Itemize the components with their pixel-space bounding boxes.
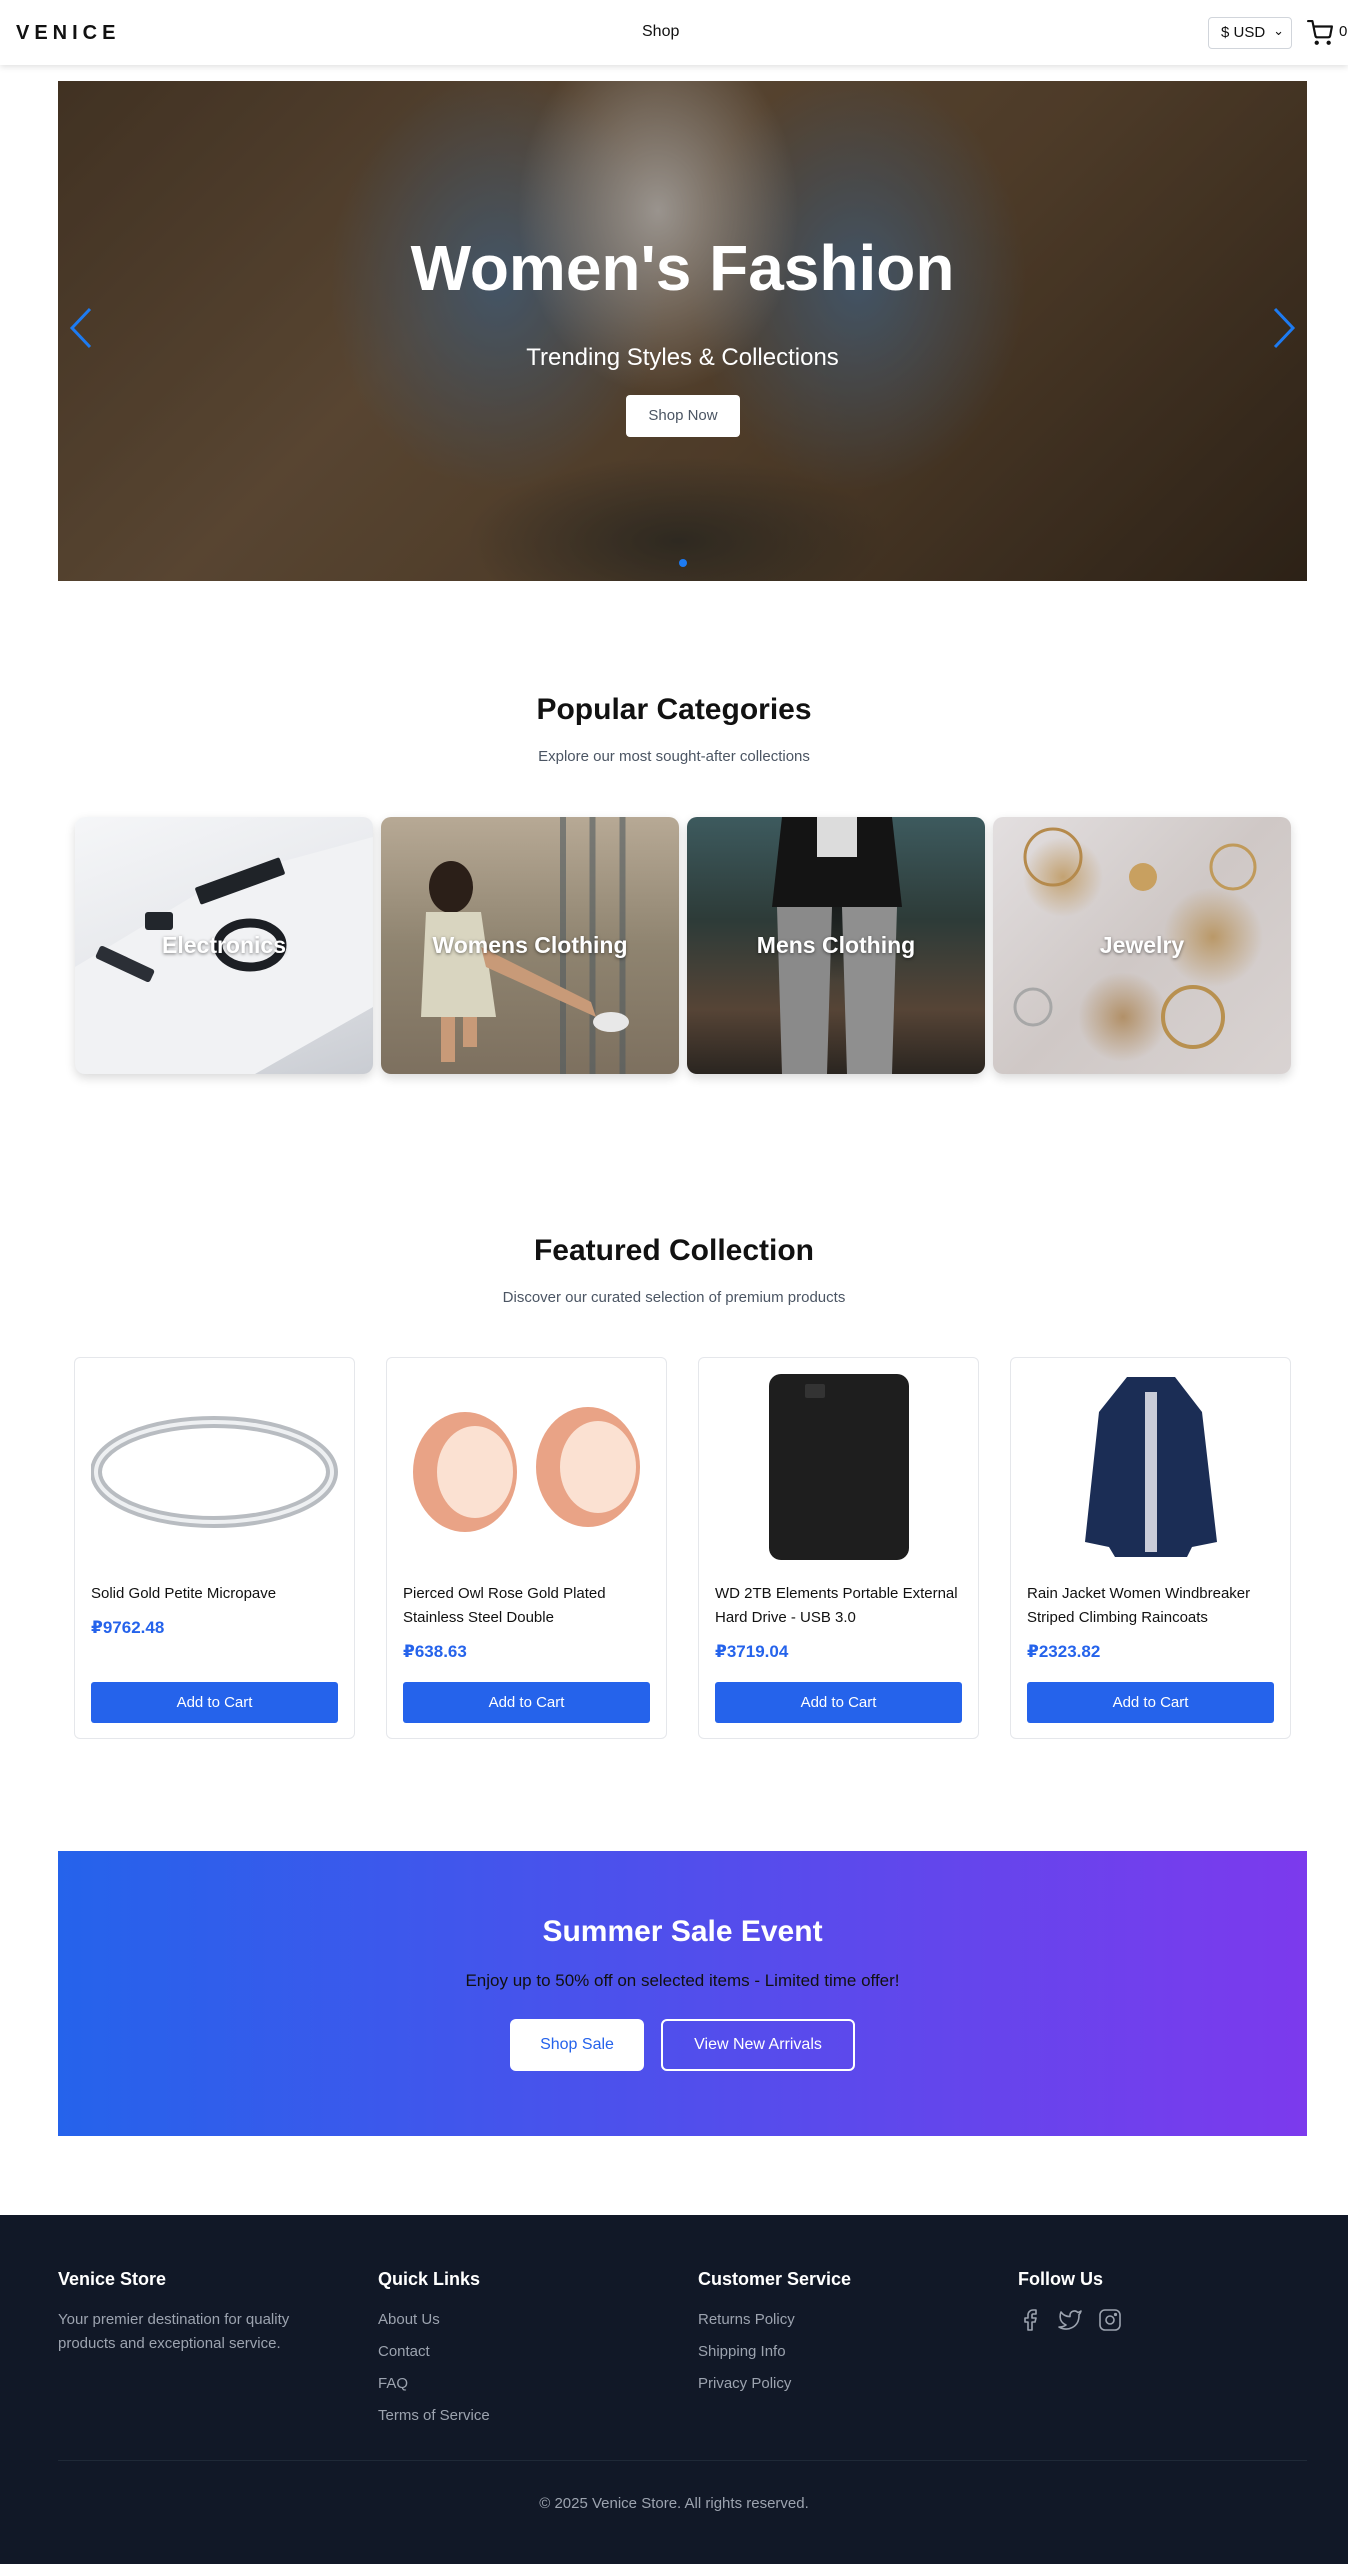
- twitter-icon[interactable]: [1058, 2308, 1082, 2332]
- footer-brand-title: Venice Store: [58, 2269, 167, 2289]
- sale-subtitle: Enjoy up to 50% off on selected items - …: [465, 1971, 900, 1990]
- facebook-icon[interactable]: [1018, 2308, 1042, 2332]
- add-to-cart-button[interactable]: Add to Cart: [715, 1682, 962, 1723]
- cart-count: 0: [1339, 23, 1348, 40]
- product-image-hard-drive: [769, 1374, 909, 1560]
- category-label: Womens Clothing: [432, 932, 628, 958]
- footer-quick-links: Quick Links About Us Contact FAQ Terms o…: [378, 2269, 490, 2436]
- add-to-cart-button[interactable]: Add to Cart: [403, 1682, 650, 1723]
- category-card-mens-clothing[interactable]: Mens Clothing: [687, 817, 985, 1074]
- footer-link-contact[interactable]: Contact: [378, 2340, 490, 2372]
- footer-link-shipping[interactable]: Shipping Info: [698, 2340, 851, 2372]
- category-card-electronics[interactable]: Electronics: [75, 817, 373, 1074]
- featured-subtitle: Discover our curated selection of premiu…: [502, 1289, 846, 1306]
- social-icons: [1018, 2308, 1122, 2332]
- footer-quick-links-title: Quick Links: [378, 2269, 481, 2289]
- footer-follow-title: Follow Us: [1018, 2269, 1103, 2289]
- footer-brand: Venice Store Your premier destination fo…: [58, 2269, 328, 2356]
- category-card-jewelry[interactable]: Jewelry: [993, 817, 1291, 1074]
- chevron-down-icon: ⌄: [1273, 23, 1284, 38]
- product-image-plugs: [413, 1407, 640, 1532]
- category-card-womens-clothing[interactable]: Womens Clothing: [381, 817, 679, 1074]
- product-price: ₽638.63: [403, 1642, 467, 1661]
- product-card[interactable]: Solid Gold Petite Micropave ₽9762.48 Add…: [74, 1357, 355, 1739]
- featured-title: Featured Collection: [533, 1234, 815, 1267]
- footer-link-terms[interactable]: Terms of Service: [378, 2404, 490, 2436]
- hero-shop-now-button[interactable]: Shop Now: [626, 395, 740, 437]
- footer-customer-service: Customer Service Returns Policy Shipping…: [698, 2269, 851, 2404]
- product-price: ₽2323.82: [1027, 1642, 1101, 1661]
- site-footer: Venice Store Your premier destination fo…: [0, 2215, 1348, 2564]
- product-price: ₽9762.48: [91, 1618, 165, 1637]
- nav-link-shop[interactable]: Shop: [642, 23, 679, 41]
- product-card[interactable]: WD 2TB Elements Portable External Hard D…: [698, 1357, 979, 1739]
- product-card[interactable]: Rain Jacket Women Windbreaker Striped Cl…: [1010, 1357, 1291, 1739]
- footer-follow-us: Follow Us: [1018, 2269, 1122, 2332]
- add-to-cart-button[interactable]: Add to Cart: [1027, 1682, 1274, 1723]
- logo[interactable]: VENICE: [16, 22, 120, 45]
- product-price: ₽3719.04: [715, 1642, 789, 1661]
- categories-subtitle: Explore our most sought-after collection…: [538, 748, 810, 765]
- hero-carousel: Women's Fashion Trending Styles & Collec…: [58, 81, 1307, 581]
- hero-title: Women's Fashion: [410, 232, 955, 304]
- chevron-left-icon[interactable]: [66, 303, 96, 353]
- footer-link-privacy[interactable]: Privacy Policy: [698, 2372, 851, 2404]
- footer-divider: [58, 2460, 1307, 2461]
- sale-title: Summer Sale Event: [542, 1915, 823, 1948]
- footer-copyright: © 2025 Venice Store. All rights reserved…: [539, 2495, 809, 2512]
- add-to-cart-button[interactable]: Add to Cart: [91, 1682, 338, 1723]
- hero-subtitle: Trending Styles & Collections: [526, 344, 839, 371]
- product-name[interactable]: Rain Jacket Women Windbreaker Striped Cl…: [1027, 1582, 1277, 1630]
- product-name[interactable]: Solid Gold Petite Micropave: [91, 1582, 341, 1606]
- sale-banner: Summer Sale Event Enjoy up to 50% off on…: [58, 1851, 1307, 2136]
- footer-link-about-us[interactable]: About Us: [378, 2308, 490, 2340]
- hero-image: [58, 81, 1307, 581]
- footer-link-faq[interactable]: FAQ: [378, 2372, 490, 2404]
- footer-link-returns[interactable]: Returns Policy: [698, 2308, 851, 2340]
- site-header: VENICE Shop $ USD ⌄ 0: [0, 0, 1348, 65]
- currency-value: $ USD: [1221, 24, 1266, 41]
- footer-brand-text: Your premier destination for quality pro…: [58, 2311, 290, 2352]
- view-new-arrivals-button[interactable]: View New Arrivals: [661, 2019, 855, 2071]
- product-image-ring: [91, 1416, 338, 1528]
- carousel-dot-active[interactable]: [679, 559, 687, 567]
- product-name[interactable]: Pierced Owl Rose Gold Plated Stainless S…: [403, 1582, 653, 1630]
- category-label: Jewelry: [1099, 932, 1185, 958]
- shop-sale-button[interactable]: Shop Sale: [510, 2019, 644, 2071]
- product-name[interactable]: WD 2TB Elements Portable External Hard D…: [715, 1582, 965, 1630]
- product-image-rain-jacket: [1085, 1377, 1217, 1557]
- cart-icon[interactable]: [1306, 20, 1334, 46]
- product-card[interactable]: Pierced Owl Rose Gold Plated Stainless S…: [386, 1357, 667, 1739]
- instagram-icon[interactable]: [1098, 2308, 1122, 2332]
- categories-title: Popular Categories: [536, 693, 812, 726]
- footer-customer-service-title: Customer Service: [698, 2269, 852, 2289]
- chevron-right-icon[interactable]: [1269, 303, 1299, 353]
- category-label: Mens Clothing: [756, 932, 916, 958]
- currency-select[interactable]: $ USD ⌄: [1208, 17, 1292, 49]
- category-label: Electronics: [162, 932, 286, 958]
